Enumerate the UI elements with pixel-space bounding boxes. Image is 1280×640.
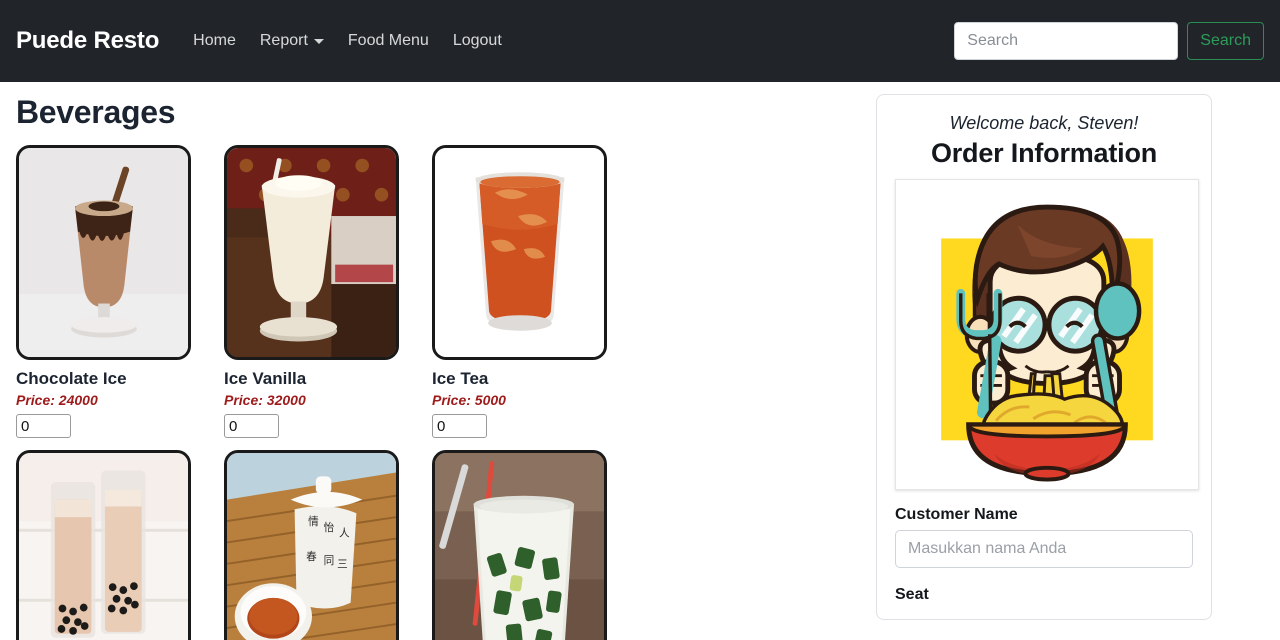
chevron-down-icon [313, 38, 324, 44]
milk-tea-photo[interactable] [16, 450, 191, 640]
svg-text:三: 三 [337, 560, 348, 571]
quantity-input[interactable] [16, 414, 71, 439]
chocolate-ice-photo[interactable] [16, 145, 191, 360]
svg-text:人: 人 [339, 528, 350, 540]
navbar-search-form: Search [954, 0, 1264, 82]
ice-tea-photo[interactable] [432, 145, 607, 360]
beverages-section: Beverages Chocolate Ice Price: 24000 0 I… [0, 82, 858, 640]
product-name: Chocolate Ice [16, 369, 127, 388]
product-card-hot-tea: 情怡人 春同三 [224, 450, 432, 640]
svg-text:情: 情 [308, 515, 319, 528]
product-card-ice-tea: Ice Tea Price: 5000 [432, 145, 640, 439]
product-price: Price: 24000 [16, 392, 98, 409]
product-card-cincau-milk [432, 450, 640, 640]
quantity-input[interactable] [432, 414, 487, 439]
ice-vanilla-photo[interactable] [224, 145, 399, 360]
product-price: Price: 32000 [224, 392, 306, 409]
nav-links: Home Report Food Menu Logout [181, 24, 514, 58]
welcome-message: Welcome back, Steven! [949, 113, 1139, 133]
nav-link-logout[interactable]: Logout [441, 24, 514, 58]
product-card-chocolate-ice: Chocolate Ice Price: 24000 [16, 145, 224, 439]
nav-link-home[interactable]: Home [181, 24, 248, 58]
product-card-milk-tea: Milk Tea Price: 7000 [16, 450, 224, 640]
customer-name-label: Customer Name [895, 506, 1018, 523]
top-navbar: Puede Resto Home Report Food Menu Logout… [0, 0, 1280, 82]
product-card-ice-vanilla: Ice Vanilla Price: 32000 [224, 145, 432, 439]
quantity-input[interactable] [224, 414, 279, 439]
product-name: Ice Vanilla [224, 369, 307, 388]
nav-link-home-label: Home [193, 32, 236, 49]
page-title: Beverages [16, 94, 176, 130]
svg-text:怡: 怡 [324, 521, 335, 534]
nav-link-report-label: Report [259, 32, 308, 49]
nav-link-report[interactable]: Report [248, 24, 336, 58]
order-information-title: Order Information [930, 138, 1158, 168]
cincau-milk-photo[interactable] [432, 450, 607, 640]
nav-link-logout-label: Logout [452, 32, 502, 49]
seat-label: Seat [895, 586, 929, 603]
page-body: Beverages Chocolate Ice Price: 24000 0 I… [0, 82, 1280, 640]
product-name: Ice Tea [432, 369, 489, 388]
order-panel-column: Welcome back, Steven! Order Information [858, 82, 1280, 640]
product-grid: Chocolate Ice Price: 24000 0 Ice Vanilla… [16, 145, 842, 640]
search-button[interactable]: Search [1187, 22, 1264, 60]
svg-text:春: 春 [306, 551, 317, 563]
search-input[interactable] [954, 22, 1179, 60]
nav-link-food-menu-label: Food Menu [347, 32, 429, 49]
order-information-card: Welcome back, Steven! Order Information [876, 94, 1212, 620]
product-price: Price: 5000 [432, 392, 506, 409]
svg-text:同: 同 [324, 555, 335, 567]
hot-tea-photo[interactable]: 情怡人 春同三 [224, 450, 399, 640]
brand-logo[interactable]: Puede Resto [16, 27, 159, 55]
nav-link-food-menu[interactable]: Food Menu [336, 24, 441, 58]
customer-name-input[interactable] [895, 530, 1193, 568]
noodle-boy-mascot-icon [895, 179, 1199, 490]
